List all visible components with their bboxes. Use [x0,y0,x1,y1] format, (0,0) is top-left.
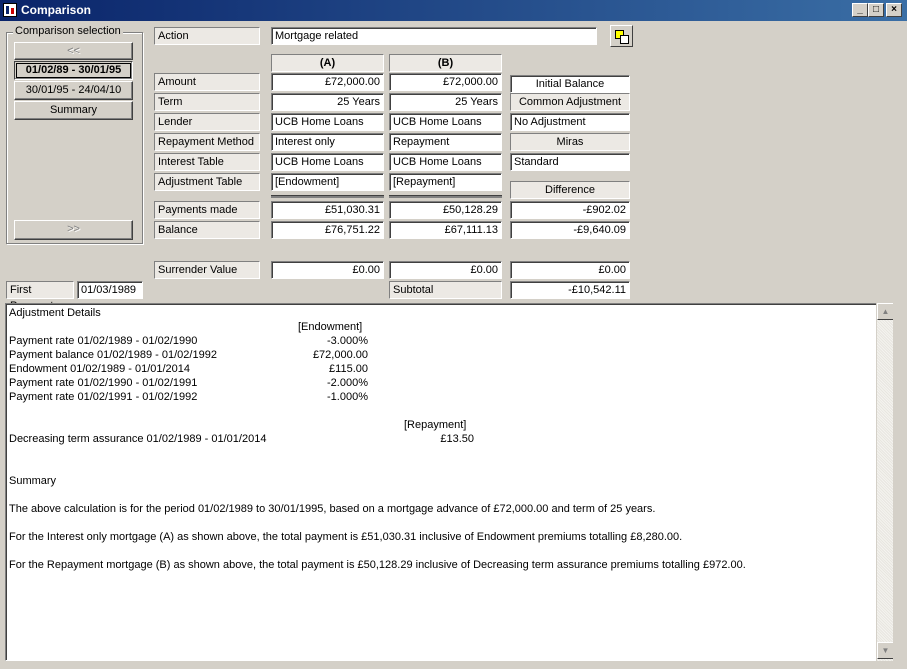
details-scrollbar[interactable]: ▲ ▼ [876,303,894,661]
select-action-button[interactable] [610,25,633,47]
common-adjustment-field[interactable]: No Adjustment [510,113,630,131]
balance-difference-field[interactable]: -£9,640.09 [510,221,630,239]
lender-a-field[interactable]: UCB Home Loans [271,113,384,131]
interest-table-a-field[interactable]: UCB Home Loans [271,153,384,171]
term-label: Term [154,93,260,111]
endowment-line-value: -2.000% [327,377,368,389]
minimize-button[interactable]: _ [852,3,868,17]
common-adjustment-label: Common Adjustment [510,93,630,111]
title-bar: Comparison [0,0,907,21]
column-b-header: (B) [389,54,502,72]
prev-button[interactable]: << [14,42,133,60]
details-heading: Adjustment Details [9,307,101,319]
repayment-method-b-field[interactable]: Repayment [389,133,502,151]
window-edge [893,303,907,661]
endowment-line-value: £115.00 [329,363,368,375]
window-title: Comparison [21,3,92,17]
interest-table-label: Interest Table [154,153,260,171]
period-1-button[interactable]: 01/02/89 - 30/01/95 [14,61,133,80]
amount-label: Amount [154,73,260,91]
column-a-header: (A) [271,54,384,72]
miras-label: Miras [510,133,630,151]
scroll-down-button[interactable]: ▼ [877,642,894,659]
amount-a-field[interactable]: £72,000.00 [271,73,384,91]
surrender-difference-field[interactable]: £0.00 [510,261,630,279]
summary-heading: Summary [9,475,57,487]
separator-b [389,195,502,198]
adjustment-table-label: Adjustment Table [154,173,260,191]
comparison-selection-label: Comparison selection [13,25,123,37]
miras-field[interactable]: Standard [510,153,630,171]
lender-b-field[interactable]: UCB Home Loans [389,113,502,131]
payments-made-difference-field[interactable]: -£902.02 [510,201,630,219]
interest-table-b-field[interactable]: UCB Home Loans [389,153,502,171]
next-button[interactable]: >> [14,220,133,240]
payments-made-a-field[interactable]: £51,030.31 [271,201,384,219]
endowment-line-desc: Payment rate 01/02/1991 - 01/02/1992 [9,391,198,403]
summary-button[interactable]: Summary [14,101,133,120]
repayment-title: [Repayment] [404,419,467,431]
summary-paragraph: For the Interest only mortgage (A) as sh… [9,531,683,543]
endowment-line-desc: Payment rate 01/02/1989 - 01/02/1990 [9,335,198,347]
repayment-line-desc: Decreasing term assurance 01/02/1989 - 0… [9,433,267,445]
close-button[interactable]: × [886,3,902,17]
adjustment-table-b-field[interactable]: [Repayment] [389,173,502,191]
endowment-line-value: -3.000% [327,335,368,347]
endowment-line-desc: Endowment 01/02/1989 - 01/01/2014 [9,363,191,375]
difference-label: Difference [510,181,630,199]
surrender-a-field[interactable]: £0.00 [271,261,384,279]
maximize-button[interactable]: □ [868,3,884,17]
subtotal-field[interactable]: -£10,542.11 [510,281,630,299]
repayment-method-a-field[interactable]: Interest only [271,133,384,151]
adjustment-table-a-field[interactable]: [Endowment] [271,173,384,191]
payments-made-b-field[interactable]: £50,128.29 [389,201,502,219]
balance-b-field[interactable]: £67,111.13 [389,221,502,239]
scroll-up-button[interactable]: ▲ [877,303,894,320]
term-a-field[interactable]: 25 Years [271,93,384,111]
repayment-line-value: £13.50 [440,433,474,445]
endowment-line-desc: Payment rate 01/02/1990 - 01/02/1991 [9,377,198,389]
summary-paragraph: The above calculation is for the period … [9,503,656,515]
first-payment-label: First Payment [6,281,74,312]
endowment-title: [Endowment] [298,321,363,333]
balance-label: Balance [154,221,260,239]
endowment-line-desc: Payment balance 01/02/1989 - 01/02/1992 [9,349,217,361]
surrender-value-label: Surrender Value [154,261,260,279]
app-icon[interactable] [3,3,17,17]
surrender-b-field[interactable]: £0.00 [389,261,502,279]
action-field[interactable]: Mortgage related [271,27,597,45]
subtotal-label: Subtotal [389,281,502,299]
lender-label: Lender [154,113,260,131]
action-label: Action [154,27,260,45]
balance-a-field[interactable]: £76,751.22 [271,221,384,239]
initial-balance-field[interactable]: Initial Balance [510,75,630,93]
endowment-line-value: -1.000% [327,391,368,403]
amount-b-field[interactable]: £72,000.00 [389,73,502,91]
payments-made-label: Payments made [154,201,260,219]
repayment-method-label: Repayment Method [154,133,260,151]
separator-a [271,195,384,198]
period-2-button[interactable]: 30/01/95 - 24/04/10 [14,81,133,100]
first-payment-field[interactable]: 01/03/1989 [77,281,143,299]
endowment-line-value: £72,000.00 [312,349,368,361]
term-b-field[interactable]: 25 Years [389,93,502,111]
summary-paragraph: For the Repayment mortgage (B) as shown … [9,559,746,571]
